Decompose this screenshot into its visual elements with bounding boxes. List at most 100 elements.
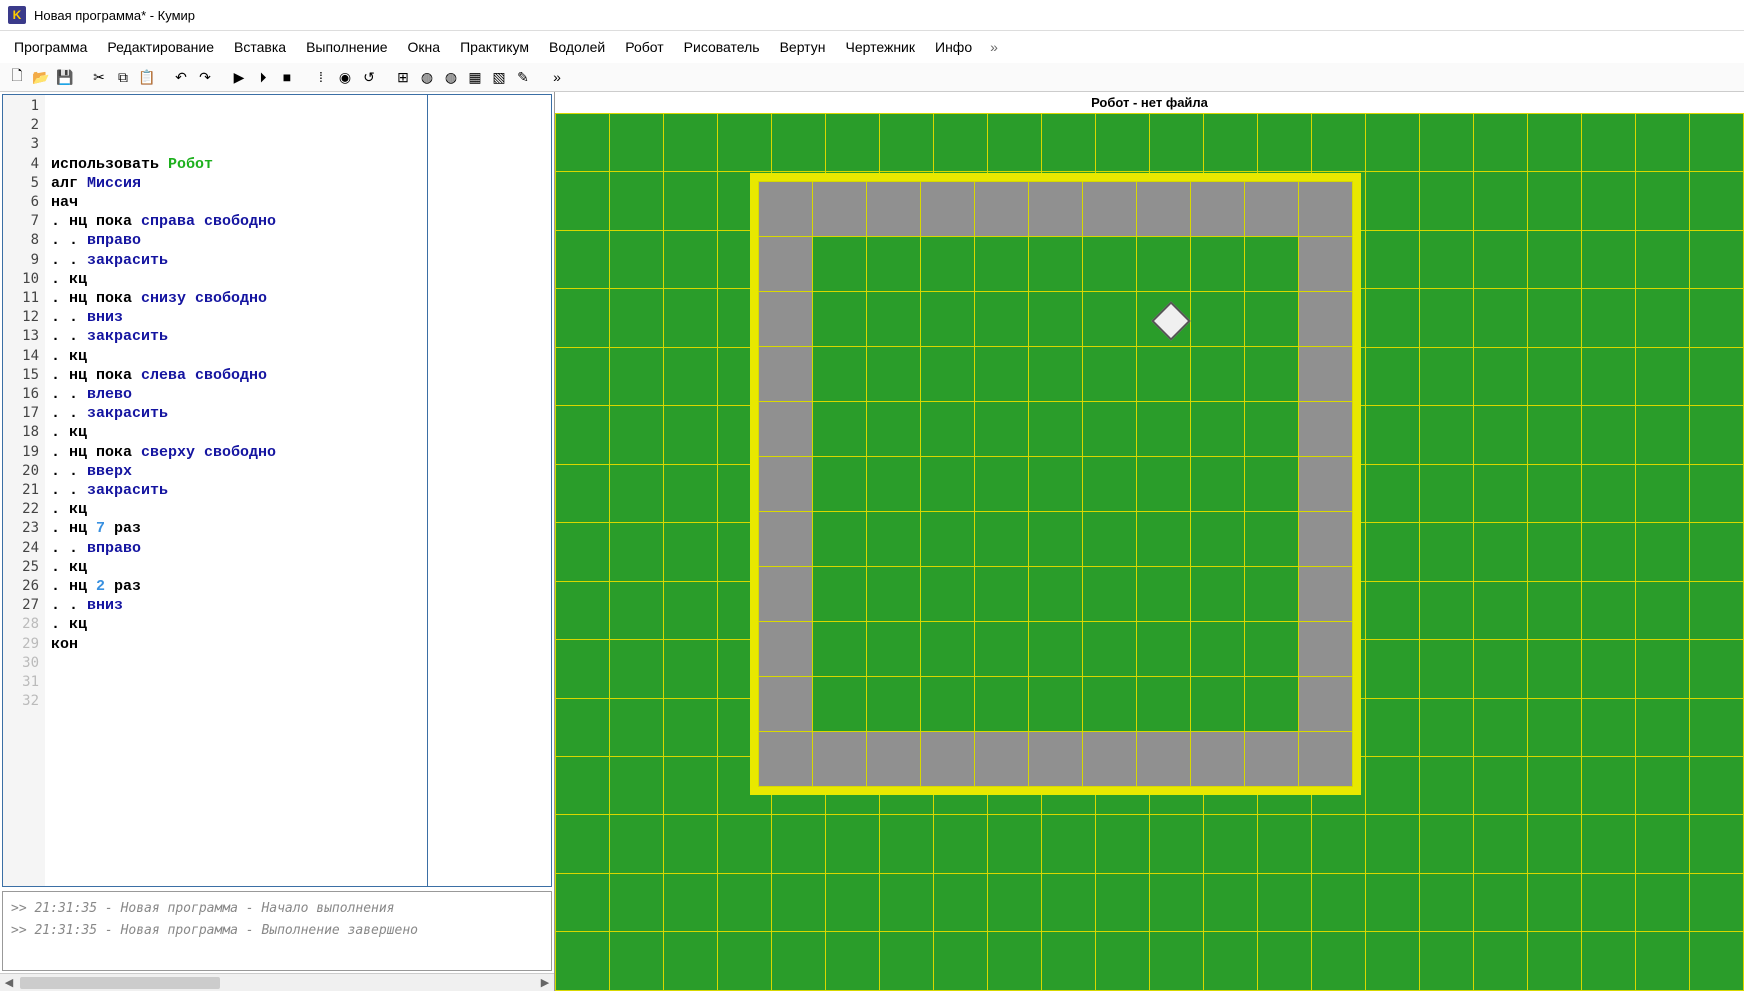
line-number: 30 [3, 654, 45, 673]
module-3-icon[interactable]: ◍ [440, 66, 462, 88]
line-number: 6 [3, 193, 45, 212]
code-line[interactable]: . нц пока справа свободно [51, 212, 545, 231]
menu-робот[interactable]: Робот [617, 35, 671, 59]
menu-программа[interactable]: Программа [6, 35, 95, 59]
code-line[interactable]: . кц [51, 347, 545, 366]
arena-cell [813, 732, 867, 787]
line-number: 31 [3, 673, 45, 692]
code-line[interactable]: . . закрасить [51, 251, 545, 270]
arena-cell [1191, 567, 1245, 622]
copy-icon[interactable]: ⧉ [112, 66, 134, 88]
module-4-icon[interactable]: ▦ [464, 66, 486, 88]
arena-cell [1137, 182, 1191, 237]
code-line[interactable]: . кц [51, 270, 545, 289]
arena-cell [1029, 677, 1083, 732]
code-line[interactable]: . . вправо [51, 231, 545, 250]
menu-водолей[interactable]: Водолей [541, 35, 613, 59]
arena-cell [759, 402, 813, 457]
menu-вертун[interactable]: Вертун [772, 35, 834, 59]
code-line[interactable]: . . вверх [51, 462, 545, 481]
code-editor[interactable]: 1234567891011121314151617181920212223242… [2, 94, 552, 887]
code-line[interactable]: . нц 7 раз [51, 519, 545, 538]
code-line[interactable]: . . закрасить [51, 327, 545, 346]
arena-cell [1083, 622, 1137, 677]
menu-практикум[interactable]: Практикум [452, 35, 537, 59]
menu-чертежник[interactable]: Чертежник [837, 35, 923, 59]
menu-выполнение[interactable]: Выполнение [298, 35, 395, 59]
arena-cell [867, 732, 921, 787]
app-icon: K [8, 6, 26, 24]
code-line[interactable]: . нц 2 раз [51, 577, 545, 596]
scroll-thumb[interactable] [20, 977, 220, 989]
code-line[interactable]: . кц [51, 558, 545, 577]
line-gutter: 1234567891011121314151617181920212223242… [3, 95, 45, 886]
horizontal-scrollbar[interactable]: ◀ ▶ [0, 973, 554, 991]
code-line[interactable]: . . закрасить [51, 481, 545, 500]
arena-cell [813, 457, 867, 512]
arena-cell [1191, 677, 1245, 732]
code-line[interactable]: . нц пока сверху свободно [51, 443, 545, 462]
module-2-icon[interactable]: ◍ [416, 66, 438, 88]
code-line[interactable]: . нц пока снизу свободно [51, 289, 545, 308]
line-number: 10 [3, 270, 45, 289]
step-icon[interactable]: ⏵ [252, 66, 274, 88]
arena-cell [1299, 402, 1353, 457]
menu-инфо[interactable]: Инфо [927, 35, 980, 59]
cut-icon[interactable]: ✂ [88, 66, 110, 88]
menu-вставка[interactable]: Вставка [226, 35, 294, 59]
menu-редактирование[interactable]: Редактирование [99, 35, 222, 59]
code-line[interactable]: нач [51, 193, 545, 212]
line-number: 11 [3, 289, 45, 308]
arena-cell [1191, 402, 1245, 457]
module-5-icon[interactable]: ▧ [488, 66, 510, 88]
code-line[interactable]: . кц [51, 500, 545, 519]
code-line[interactable]: . нц пока слева свободно [51, 366, 545, 385]
code-line[interactable]: . кц [51, 423, 545, 442]
overflow-icon[interactable]: » [546, 66, 568, 88]
arena-cell [813, 512, 867, 567]
arena-cell [975, 457, 1029, 512]
code-line[interactable]: . . вниз [51, 308, 545, 327]
line-number: 20 [3, 462, 45, 481]
breakpoint-icon[interactable]: ⁞ [310, 66, 332, 88]
scroll-right-icon[interactable]: ▶ [536, 976, 554, 989]
arena-cell [867, 182, 921, 237]
code-line[interactable]: . кц [51, 615, 545, 634]
code-area[interactable]: использовать Роботалг Миссиянач. нц пока… [45, 95, 551, 886]
menu-окна[interactable]: Окна [400, 35, 449, 59]
code-line[interactable]: использовать Робот [51, 155, 545, 174]
arena-cell [1299, 512, 1353, 567]
arena-cell [1299, 182, 1353, 237]
robot-field[interactable] [555, 113, 1744, 991]
output-console[interactable]: >> 21:31:35 - Новая программа - Начало в… [2, 891, 552, 971]
undo-icon[interactable]: ↶ [170, 66, 192, 88]
code-line[interactable]: . . вправо [51, 539, 545, 558]
arena-cell [1137, 512, 1191, 567]
save-file-icon[interactable]: 💾 [54, 66, 76, 88]
code-line[interactable]: . . вниз [51, 596, 545, 615]
code-line[interactable]: кон [51, 635, 545, 654]
code-line[interactable]: . . влево [51, 385, 545, 404]
paste-icon[interactable]: 📋 [136, 66, 158, 88]
scroll-left-icon[interactable]: ◀ [0, 976, 18, 989]
line-number: 29 [3, 635, 45, 654]
arena-cell [1029, 622, 1083, 677]
open-file-icon[interactable]: 📂 [30, 66, 52, 88]
code-line[interactable]: алг Миссия [51, 174, 545, 193]
code-line[interactable]: . . закрасить [51, 404, 545, 423]
arena-cell [759, 292, 813, 347]
redo-icon[interactable]: ↷ [194, 66, 216, 88]
arena-cell [1245, 512, 1299, 567]
menu-overflow-icon[interactable]: » [984, 35, 1004, 59]
reset-icon[interactable]: ↺ [358, 66, 380, 88]
new-file-icon[interactable]: 🗋 [6, 66, 28, 88]
arena-cell [921, 732, 975, 787]
module-6-icon[interactable]: ✎ [512, 66, 534, 88]
arena-cell [1191, 732, 1245, 787]
stop-icon[interactable]: ■ [276, 66, 298, 88]
arena-cell [1299, 567, 1353, 622]
watch-icon[interactable]: ◉ [334, 66, 356, 88]
module-1-icon[interactable]: ⊞ [392, 66, 414, 88]
run-icon[interactable]: ▶ [228, 66, 250, 88]
menu-рисователь[interactable]: Рисователь [676, 35, 768, 59]
